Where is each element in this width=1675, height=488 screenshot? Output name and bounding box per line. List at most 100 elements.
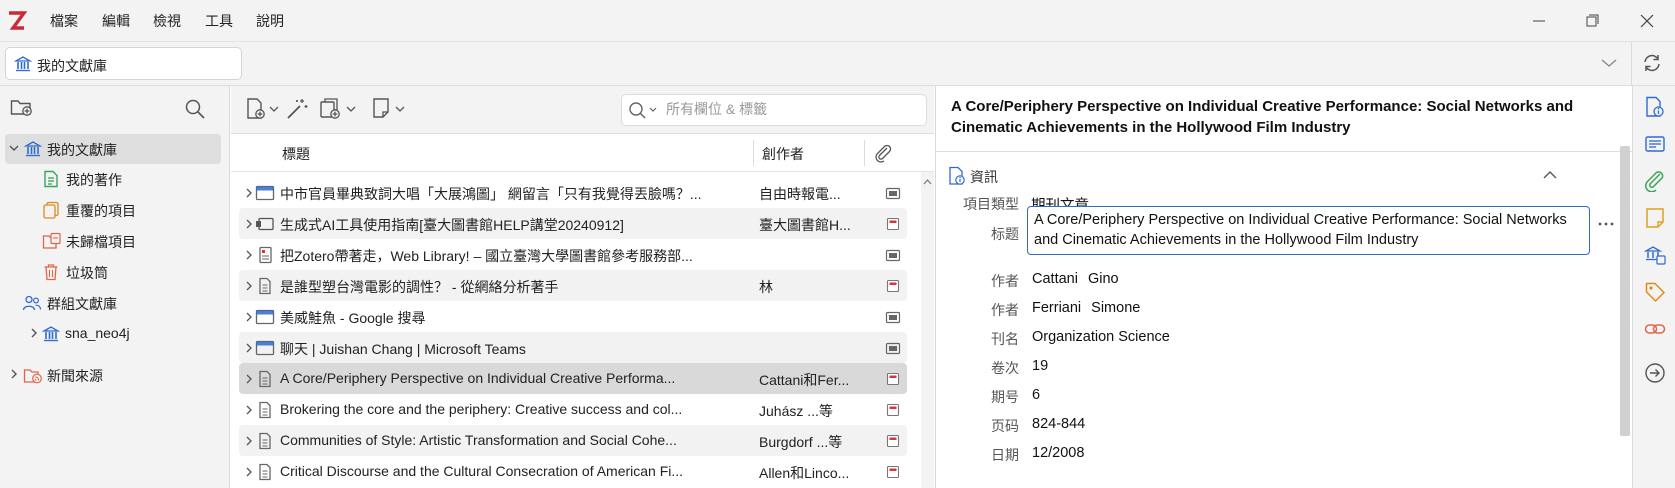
tags-icon[interactable] [1644,281,1666,303]
add-attachment-icon[interactable] [319,97,359,121]
item-title: Communities of Style: Artistic Transform… [280,432,677,448]
chevron-right-icon[interactable] [244,217,254,231]
more-options-icon[interactable] [1597,220,1615,228]
new-note-icon[interactable] [371,97,407,121]
publication-value[interactable]: Organization Science [1032,329,1170,345]
locate-icon[interactable] [1644,362,1666,384]
author-last-name[interactable]: Cattani [1032,271,1078,287]
collection-my-library[interactable]: 我的文獻庫 [5,134,221,164]
field-label: 标题 [991,226,1019,242]
chevron-down-icon[interactable] [1598,53,1620,73]
collection-label: 未歸檔項目 [66,234,136,250]
item-row[interactable]: 美威鮭魚 - Google 搜尋 [239,301,907,332]
column-header-title[interactable]: 標題 [282,144,310,164]
pdf-icon[interactable] [885,279,901,293]
close-button[interactable] [1632,8,1662,34]
new-collection-icon[interactable] [10,96,34,118]
info-icon [948,166,966,186]
attachment-column-icon[interactable] [873,143,893,163]
pdf-icon[interactable] [885,372,901,386]
snapshot-icon[interactable] [885,341,901,355]
magic-wand-icon[interactable] [285,97,309,121]
chevron-right-icon[interactable] [244,310,254,324]
attachments-icon[interactable] [1644,170,1666,192]
search-icon[interactable] [628,101,662,121]
author-first-name[interactable]: Simone [1091,300,1140,316]
title-field[interactable]: A Core/Periphery Perspective on Individu… [1027,206,1590,255]
menu-view[interactable]: 檢視 [153,11,181,31]
menu-file[interactable]: 檔案 [50,11,78,31]
item-row-selected[interactable]: A Core/Periphery Perspective on Individu… [239,363,907,394]
search-field[interactable] [621,94,927,126]
snapshot-icon[interactable] [885,248,901,262]
info-icon[interactable] [1644,96,1666,118]
field-issue: 期号 6 [936,382,1616,410]
item-row[interactable]: 是誰型塑台灣電影的調性？ - 從網絡分析著手 林 [239,270,907,301]
chevron-down-icon[interactable] [8,141,20,155]
snapshot-icon[interactable] [885,186,901,200]
collection-feeds[interactable]: 新聞來源 [5,360,221,390]
author-name[interactable]: Ferriani Simone [1032,300,1140,316]
collections-pane: 我的文獻庫 我的著作 重覆的項目 未歸檔項目 垃圾筒 群組文獻庫 sna_neo… [0,86,230,488]
author-first-name[interactable]: Gino [1088,271,1119,287]
item-row[interactable]: Critical Discourse and the Cultural Cons… [239,456,907,487]
abstract-icon[interactable] [1644,133,1666,155]
pdf-icon[interactable] [885,434,901,448]
chevron-right-icon[interactable] [28,326,40,340]
unfiled-icon [42,232,62,250]
related-icon[interactable] [1644,318,1666,340]
chevron-up-icon[interactable] [1542,169,1558,181]
pdf-icon[interactable] [885,403,901,417]
chevron-right-icon[interactable] [244,434,254,448]
issue-value[interactable]: 6 [1032,387,1040,403]
item-row[interactable]: 把Zotero帶著走，Web Library! – 國立臺灣大學圖書館參考服務部… [239,239,907,270]
new-item-icon[interactable] [245,97,281,121]
notes-icon[interactable] [1644,207,1666,229]
minimize-button[interactable] [1524,8,1554,34]
item-row[interactable]: 生成式AI工具使用指南[臺大圖書館HELP講堂20240912] 臺大圖書館H.… [239,208,907,239]
chevron-right-icon[interactable] [244,248,254,262]
info-section-header[interactable]: 資訊 [948,164,1578,190]
chevron-right-icon[interactable] [244,372,254,386]
author-name[interactable]: Cattani Gino [1032,271,1119,287]
collection-duplicates[interactable]: 重覆的項目 [5,195,221,225]
menu-tools[interactable]: 工具 [205,11,233,31]
sync-icon[interactable] [1641,52,1663,74]
menu-edit[interactable]: 編輯 [102,11,130,31]
chevron-right-icon[interactable] [244,279,254,293]
snapshot-icon[interactable] [885,310,901,324]
collection-trash[interactable]: 垃圾筒 [5,257,221,287]
column-header-creator[interactable]: 創作者 [762,144,804,164]
chevron-right-icon[interactable] [244,186,254,200]
chevron-right-icon[interactable] [244,403,254,417]
search-icon[interactable] [184,98,206,120]
search-input[interactable] [666,101,916,117]
libraries-collections-icon[interactable] [1644,244,1666,266]
chevron-right-icon[interactable] [244,341,254,355]
trash-icon [42,263,60,281]
volume-value[interactable]: 19 [1032,358,1048,374]
author-last-name[interactable]: Ferriani [1032,300,1081,316]
chevron-right-icon[interactable] [8,367,20,381]
item-pane-scrollbar[interactable] [1620,146,1630,436]
restore-button[interactable] [1578,8,1608,34]
pages-value[interactable]: 824-844 [1032,416,1085,432]
item-row[interactable]: 聊天 | Juishan Chang | Microsoft Teams [239,332,907,363]
library-tab[interactable]: 我的文獻庫 [5,47,242,80]
tab-bar: 我的文獻庫 [0,42,1675,86]
collection-my-publications[interactable]: 我的著作 [5,164,221,194]
items-scrollbar[interactable] [921,172,934,488]
pdf-icon[interactable] [885,217,901,231]
collection-unfiled[interactable]: 未歸檔項目 [5,226,221,256]
pdf-icon[interactable] [885,465,901,479]
column-divider[interactable] [864,140,865,166]
collection-group-sna[interactable]: sna_neo4j [5,319,221,349]
scroll-up-icon[interactable] [923,178,932,186]
chevron-right-icon[interactable] [244,465,254,479]
column-divider[interactable] [753,140,754,166]
item-row[interactable]: 中市官員畢典致詞大唱「大展鴻圖」 網留言「只有我覺得丟臉嗎？... 自由時報電.… [239,177,907,208]
item-row[interactable]: Communities of Style: Artistic Transform… [239,425,907,456]
menu-help[interactable]: 說明 [256,11,284,31]
item-row[interactable]: Brokering the core and the periphery: Cr… [239,394,907,425]
date-value[interactable]: 12/2008 [1032,445,1084,461]
